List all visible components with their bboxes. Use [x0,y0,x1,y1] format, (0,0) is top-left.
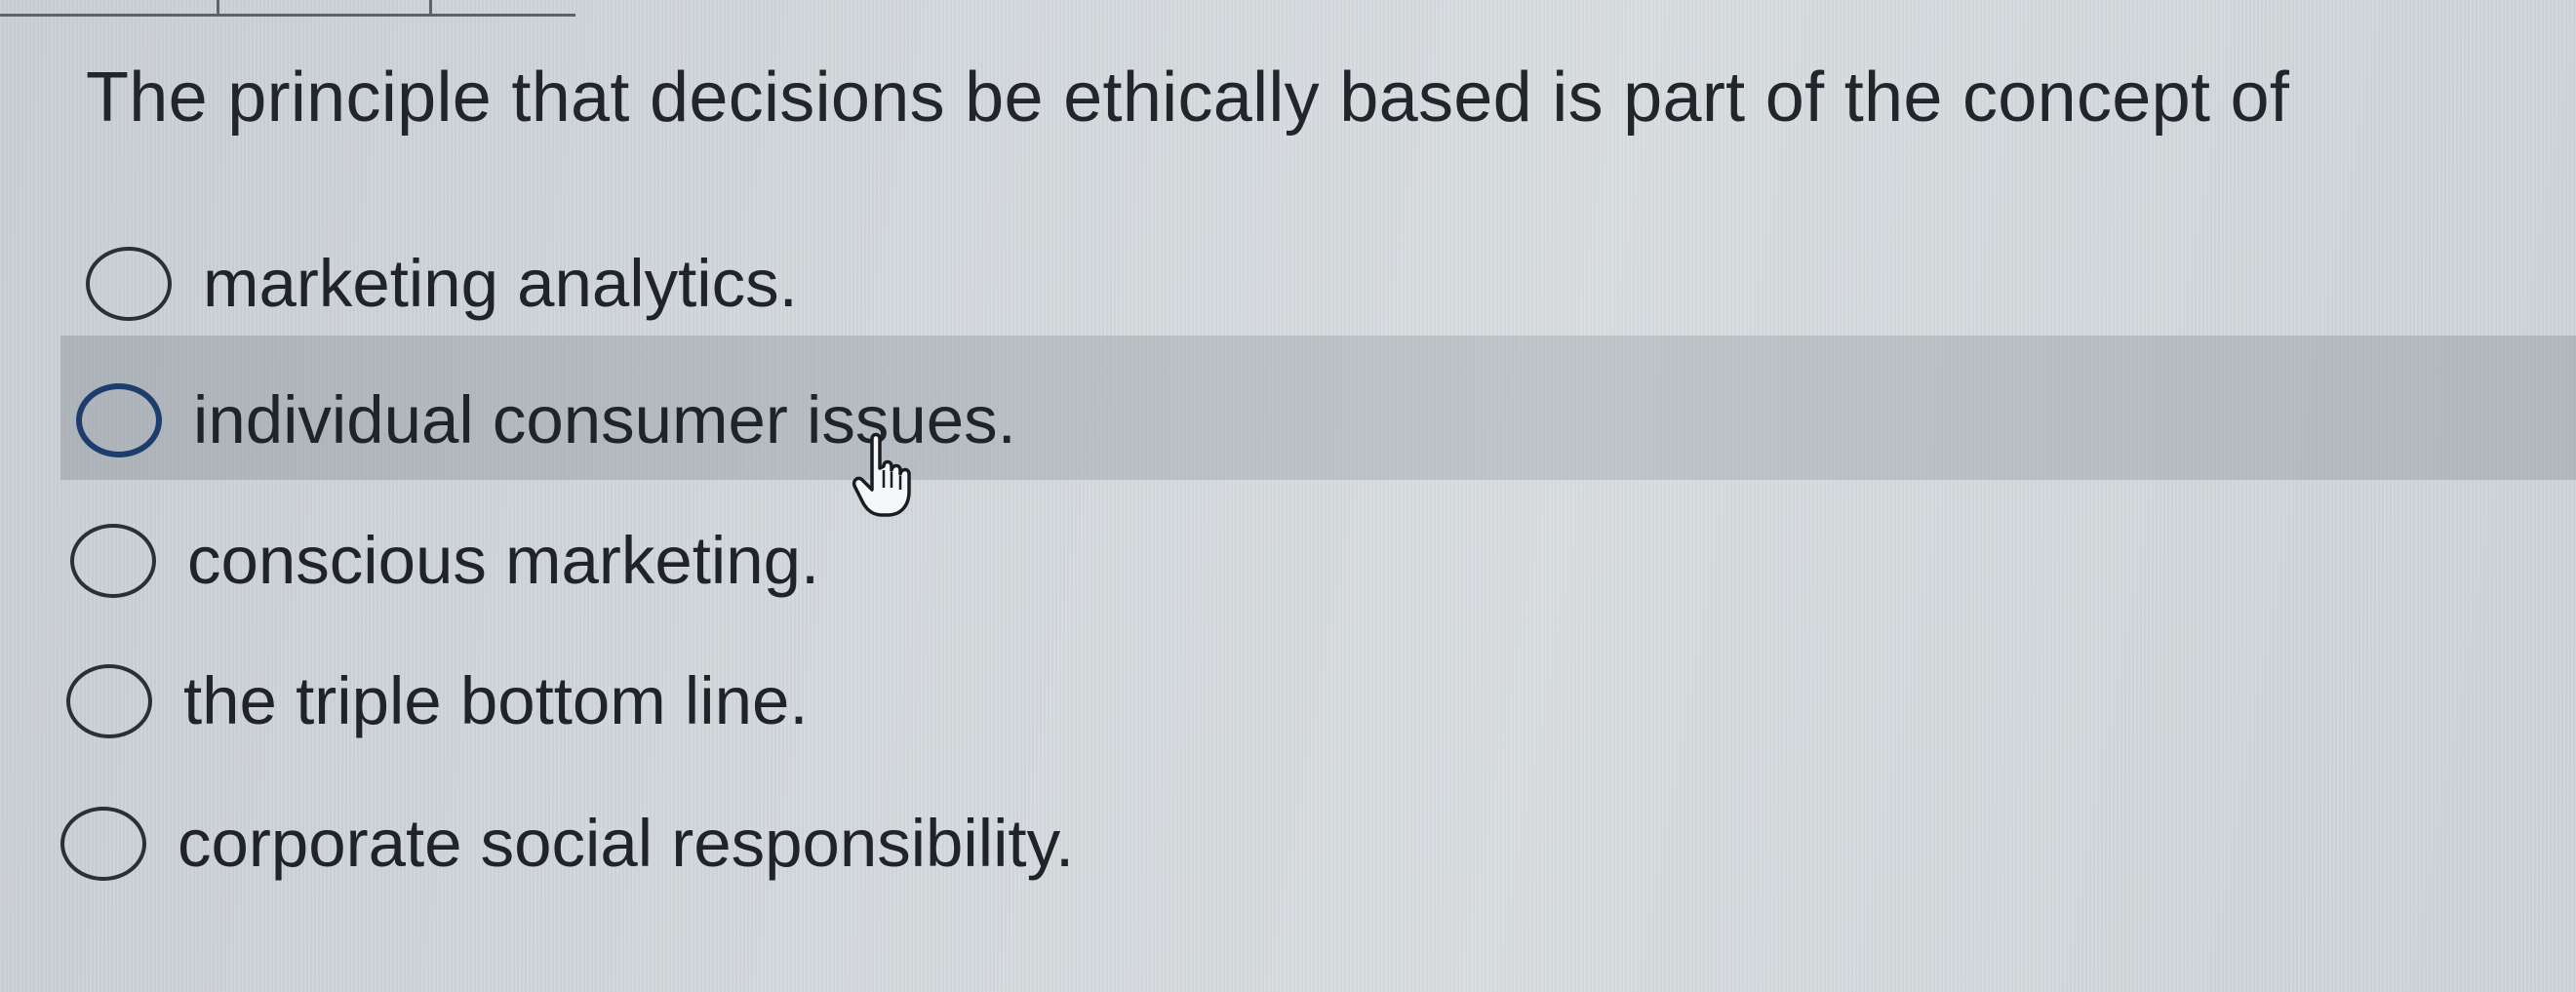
option-label: marketing analytics. [203,246,798,321]
option-marketing-analytics[interactable]: marketing analytics. [86,211,798,357]
hand-pointer-icon [849,431,917,519]
answer-options: marketing analytics. individual consumer… [0,0,2576,992]
radio-button[interactable] [70,524,156,598]
radio-button[interactable] [60,807,146,881]
option-label: the triple bottom line. [183,663,809,738]
option-triple-bottom-line[interactable]: the triple bottom line. [66,628,809,774]
option-corporate-social-responsibility[interactable]: corporate social responsibility. [60,771,1074,917]
option-conscious-marketing[interactable]: conscious marketing. [70,488,819,634]
option-label: corporate social responsibility. [178,806,1075,881]
radio-button[interactable] [86,247,172,321]
option-label: conscious marketing. [187,523,820,598]
radio-button[interactable] [76,383,162,457]
radio-button[interactable] [66,664,152,738]
